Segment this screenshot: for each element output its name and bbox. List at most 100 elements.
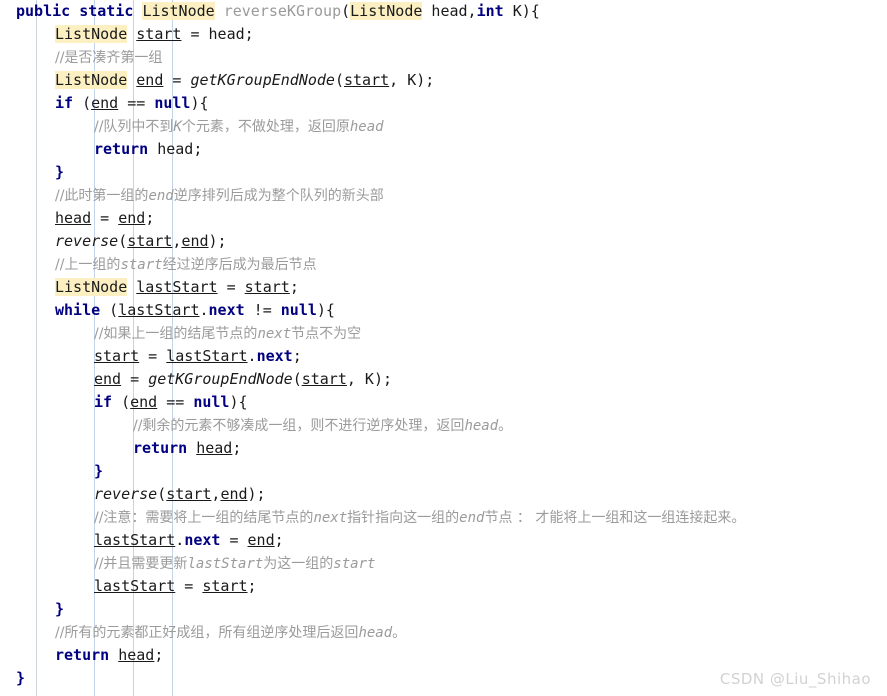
code-line[interactable]: return head; [0,644,887,667]
code-line[interactable]: head = end; [0,207,887,230]
code-token: = [220,531,248,549]
code-line[interactable]: //队列中不到K个元素，不做处理，返回原head [0,115,887,138]
code-comment: //如果上一组的结尾节点的next节点不为空 [94,326,362,342]
code-token: K){ [503,2,540,20]
code-token: = [163,71,191,89]
code-token: head [196,439,233,457]
code-token: next [256,347,293,365]
code-token: ; [145,209,155,227]
code-line[interactable]: start = lastStart.next; [0,345,887,368]
code-token: next [184,531,221,549]
code-token: end [91,94,119,112]
code-line[interactable]: return head; [0,437,887,460]
code-line[interactable]: lastStart.next = end; [0,529,887,552]
code-token: start [136,25,182,43]
code-line[interactable]: //并且需要更新lastStart为这一组的start [0,552,887,575]
code-line[interactable]: ListNode end = getKGroupEndNode(start, K… [0,69,887,92]
code-line[interactable]: } [0,598,887,621]
code-line[interactable]: public static ListNode reverseKGroup(Lis… [0,0,887,23]
code-token: start [166,485,212,503]
code-token: == [118,94,155,112]
code-line[interactable]: //剩余的元素不够凑成一组，则不进行逆序处理，返回head。 [0,414,887,437]
code-token: ( [292,370,302,388]
code-token: start [202,577,248,595]
code-line[interactable]: end = getKGroupEndNode(start, K); [0,368,887,391]
code-token: null [154,94,191,112]
code-line[interactable]: return head; [0,138,887,161]
code-token: = [139,347,167,365]
code-line[interactable]: if (end == null){ [0,391,887,414]
code-line[interactable]: lastStart = start; [0,575,887,598]
code-token: ListNode [142,2,215,20]
code-token: ( [100,301,119,319]
code-token: reverse [55,232,119,250]
code-token: null [280,301,317,319]
code-token: ; [292,347,302,365]
code-token: ListNode [350,2,423,20]
code-token: ListNode [55,25,128,43]
code-token: static [79,2,134,20]
code-token: ){ [316,301,335,319]
code-line[interactable]: //注意：需要将上一组的结尾节点的next指针指向这一组的end节点 ： 才能将… [0,506,887,529]
code-token: end [247,531,275,549]
code-line[interactable]: } [0,161,887,184]
code-comment: //上一组的start经过逆序后成为最后节点 [55,257,317,273]
code-comment: //是否凑齐第一组 [55,50,163,66]
code-token: ); [208,232,227,250]
code-token: lastStart [136,278,218,296]
watermark-label: CSDN @Liu_Shihao [719,670,871,688]
code-token: end [130,393,158,411]
code-line[interactable]: reverse(start,end); [0,230,887,253]
code-line[interactable]: while (lastStart.next != null){ [0,299,887,322]
code-token: == [157,393,194,411]
code-token: reverseKGroup [223,2,342,20]
code-token: start [301,370,347,388]
code-line[interactable]: ListNode start = head; [0,23,887,46]
code-token: = [121,370,149,388]
code-token: ListNode [55,278,128,296]
code-token: ){ [190,94,209,112]
code-line[interactable]: reverse(start,end); [0,483,887,506]
code-token: ; [247,577,257,595]
code-token: return [55,646,110,664]
code-line[interactable]: //所有的元素都正好成组，所有组逆序处理后返回head。 [0,621,887,644]
code-line[interactable]: //如果上一组的结尾节点的next节点不为空 [0,322,887,345]
code-token: ( [118,232,128,250]
code-token: ( [334,71,344,89]
code-line[interactable]: ListNode lastStart = start; [0,276,887,299]
code-token: if [94,393,113,411]
code-token: return [133,439,188,457]
code-comment: //剩余的元素不够凑成一组，则不进行逆序处理，返回head。 [133,418,513,434]
code-line[interactable]: //是否凑齐第一组 [0,46,887,69]
code-token: end [136,71,164,89]
code-token: int [476,2,504,20]
code-token: start [127,232,173,250]
code-editor-viewport[interactable]: public static ListNode reverseKGroup(Lis… [0,0,887,696]
code-token: ( [341,2,351,20]
code-line[interactable]: if (end == null){ [0,92,887,115]
code-line[interactable]: //上一组的start经过逆序后成为最后节点 [0,253,887,276]
code-token: . [175,531,185,549]
code-token: != [244,301,281,319]
code-token: ( [157,485,167,503]
code-token: ListNode [55,71,128,89]
code-token: ; [289,278,299,296]
code-token: head [55,209,92,227]
code-lines-container[interactable]: public static ListNode reverseKGroup(Lis… [0,0,887,690]
code-comment: //所有的元素都正好成组，所有组逆序处理后返回head。 [55,625,407,641]
code-line[interactable]: //此时第一组的end逆序排列后成为整个队列的新头部 [0,184,887,207]
code-token: ); [247,485,266,503]
code-token: } [55,600,65,618]
code-token: return [94,140,149,158]
code-token: = head; [181,25,254,43]
code-token: lastStart [94,531,176,549]
code-token: ){ [229,393,248,411]
code-token: start [94,347,140,365]
code-token: ; [154,646,164,664]
code-line[interactable]: } [0,460,887,483]
